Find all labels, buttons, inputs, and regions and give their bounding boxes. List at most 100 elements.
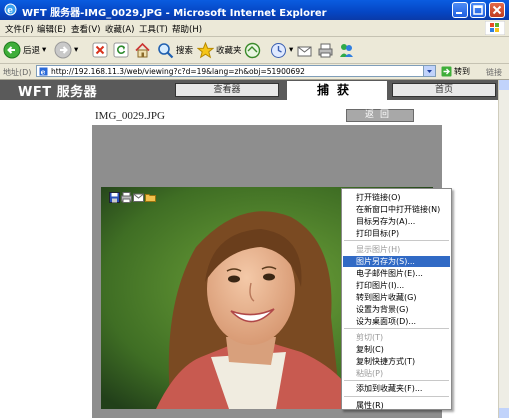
context-menu-item[interactable]: 添加到收藏夹(F)... <box>343 383 450 394</box>
context-menu-item[interactable]: 在新窗口中打开链接(N) <box>343 204 450 215</box>
menu-edit[interactable]: 编辑(E) <box>37 23 66 35</box>
messenger-button[interactable] <box>338 40 355 60</box>
print-image-button[interactable] <box>121 192 132 203</box>
context-menu-item[interactable]: 复制(C) <box>343 344 450 355</box>
chevron-down-icon <box>427 70 432 73</box>
wft-brand: WFT 服务器 <box>18 85 98 100</box>
tab-capture[interactable]: 捕获 <box>287 81 387 103</box>
address-bar: 地址(D) e http://192.168.11.3/web/viewing?… <box>0 64 509 80</box>
open-folder-button[interactable] <box>145 192 156 203</box>
address-dropdown-button[interactable] <box>423 66 435 76</box>
menu-favorites[interactable]: 收藏(A) <box>105 23 134 35</box>
context-menu-item: 粘贴(P) <box>356 369 384 378</box>
context-menu-item[interactable]: 设为桌面项(D)... <box>343 316 450 327</box>
address-label: 地址(D) <box>3 68 32 77</box>
maximize-button[interactable] <box>470 2 486 18</box>
forward-button[interactable]: ▾ <box>54 40 78 60</box>
menu-separator <box>344 240 449 241</box>
image-filename: IMG_0029.JPG <box>95 110 165 122</box>
envelope-icon <box>133 193 144 202</box>
history-icon <box>271 42 286 58</box>
forward-dropdown-icon: ▾ <box>74 45 79 55</box>
minimize-button[interactable] <box>452 2 468 18</box>
search-label: 搜索 <box>176 46 194 56</box>
address-url: http://192.168.11.3/web/viewing?c?d=19&l… <box>51 67 305 76</box>
media-icon <box>244 42 261 58</box>
forward-arrow-icon <box>54 41 72 59</box>
svg-text:e: e <box>7 6 13 16</box>
scroll-down-arrow-icon[interactable] <box>499 408 509 418</box>
menu-file[interactable]: 文件(F) <box>5 23 34 35</box>
back-button[interactable]: 后退 ▾ <box>3 40 46 60</box>
close-icon <box>492 5 502 15</box>
folder-icon <box>145 194 156 202</box>
mail-button[interactable] <box>296 40 313 60</box>
favorites-button[interactable]: 收藏夹 <box>197 40 242 60</box>
print-icon <box>318 43 333 57</box>
context-menu-item[interactable]: 电子邮件图片(E)... <box>343 268 450 279</box>
search-button[interactable]: 搜索 <box>157 40 193 60</box>
minimize-icon <box>456 12 462 14</box>
mail-icon <box>297 46 312 56</box>
tab-home[interactable]: 首页 <box>392 83 496 97</box>
printer-icon <box>121 192 132 203</box>
return-button[interactable]: 返回 <box>346 109 414 122</box>
search-icon <box>158 42 174 58</box>
media-button[interactable] <box>244 40 261 60</box>
menu-tools[interactable]: 工具(T) <box>139 23 168 35</box>
save-image-button[interactable] <box>109 192 120 203</box>
menu-separator <box>344 380 449 381</box>
back-dropdown-icon: ▾ <box>42 45 47 55</box>
context-menu-item[interactable]: 目标另存为(A)... <box>343 216 450 227</box>
svg-text:e: e <box>41 68 46 76</box>
back-arrow-icon <box>3 41 21 59</box>
vertical-scrollbar[interactable] <box>498 80 509 418</box>
refresh-icon <box>113 42 129 58</box>
favorites-label: 收藏夹 <box>216 46 242 56</box>
close-button[interactable] <box>489 2 505 18</box>
back-label: 后退 <box>23 46 41 56</box>
menu-help[interactable]: 帮助(H) <box>172 23 202 35</box>
menu-separator <box>344 328 449 329</box>
context-menu-item[interactable]: 属性(R) <box>343 400 450 411</box>
links-button[interactable]: 链接 <box>486 67 502 78</box>
image-toolbar <box>109 192 156 204</box>
tab-viewer[interactable]: 查看器 <box>175 83 279 97</box>
go-arrow-icon <box>441 66 452 76</box>
home-button[interactable] <box>134 40 151 60</box>
ie-logo-icon: e <box>4 3 17 16</box>
context-menu-item[interactable]: 设置为背景(G) <box>343 304 450 315</box>
title-bar: e WFT 服务器-IMG_0029.JPG - Microsoft Inter… <box>0 0 509 20</box>
floppy-disk-icon <box>109 192 120 203</box>
refresh-button[interactable] <box>113 40 129 60</box>
page-icon: e <box>39 67 48 76</box>
go-label: 转到 <box>454 66 470 76</box>
context-menu-item[interactable]: 打印图片(I)... <box>343 280 450 291</box>
favorites-star-icon <box>197 41 214 58</box>
history-dropdown-icon: ▾ <box>289 45 294 55</box>
windows-logo-icon <box>485 21 505 35</box>
context-menu-item[interactable]: 打印目标(P) <box>343 228 450 239</box>
stop-button[interactable] <box>92 40 108 60</box>
window-title: WFT 服务器-IMG_0029.JPG - Microsoft Interne… <box>22 8 327 19</box>
toolbar: 后退 ▾ ▾ 搜索 收藏夹 ▾ <box>0 37 509 64</box>
context-menu: 打开链接(O) 在新窗口中打开链接(N) 目标另存为(A)... 打印目标(P) 显示图… <box>341 188 452 410</box>
menu-view[interactable]: 查看(V) <box>71 23 100 35</box>
context-menu-item[interactable]: 图片另存为(S)... <box>343 256 450 267</box>
address-input[interactable]: e http://192.168.11.3/web/viewing?c?d=19… <box>36 65 436 77</box>
context-menu-item[interactable]: 转到图片收藏(G) <box>343 292 450 303</box>
print-button[interactable] <box>317 40 334 60</box>
context-menu-item: 显示图片(H) <box>356 245 401 254</box>
history-button[interactable]: ▾ <box>270 40 293 60</box>
wft-header: WFT 服务器 查看器 捕获 首页 <box>0 80 498 103</box>
go-button[interactable]: 转到 <box>441 65 470 77</box>
menu-bar: 文件(F) 编辑(E) 查看(V) 收藏(A) 工具(T) 帮助(H) <box>0 20 509 37</box>
home-icon <box>135 42 150 57</box>
context-menu-item[interactable]: 复制快捷方式(T) <box>343 356 450 367</box>
email-image-button[interactable] <box>133 192 144 203</box>
messenger-icon <box>340 43 353 57</box>
scroll-up-arrow-icon[interactable] <box>499 80 509 90</box>
context-menu-item[interactable]: 打开链接(O) <box>343 192 450 203</box>
stop-icon <box>92 42 108 58</box>
context-menu-item: 剪切(T) <box>356 333 384 342</box>
